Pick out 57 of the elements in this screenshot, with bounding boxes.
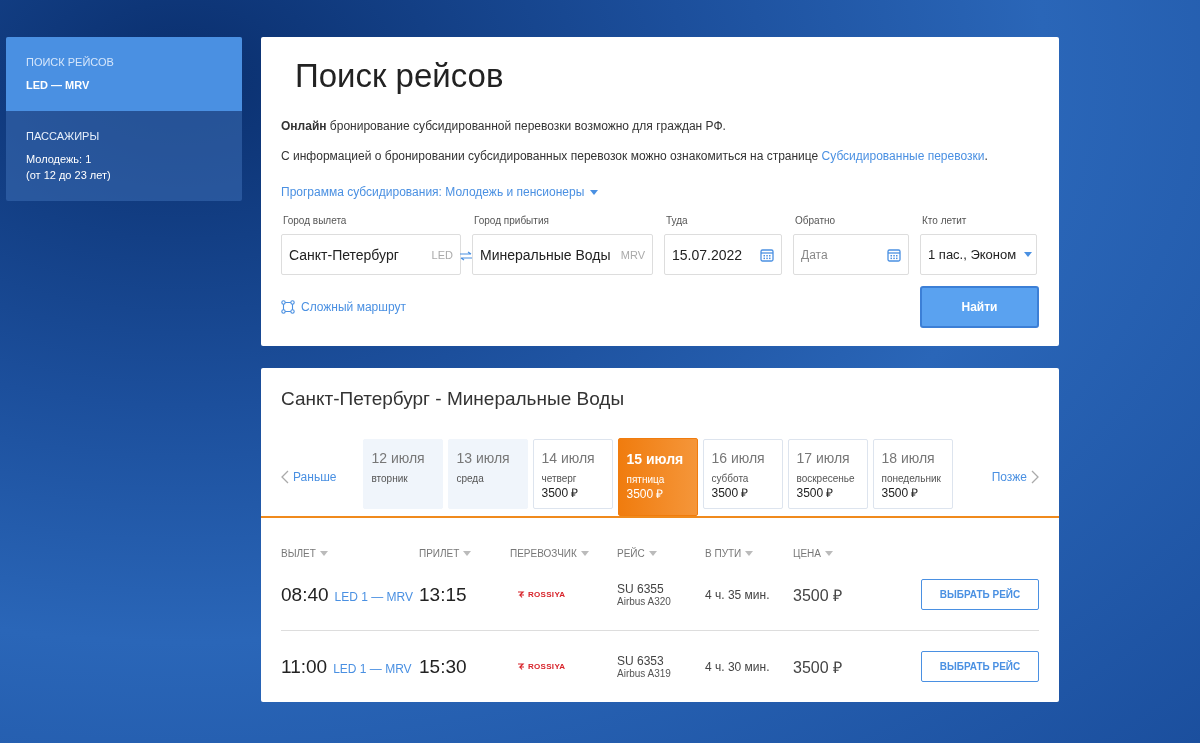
date-tab[interactable]: 14 июля четверг 3500 ₽ <box>533 439 614 509</box>
select-flight-button[interactable]: ВЫБРАТЬ РЕЙС <box>921 579 1039 610</box>
search-button[interactable]: Найти <box>920 286 1039 328</box>
flight-duration: 4 ч. 35 мин. <box>705 587 771 602</box>
arrival-time: 13:15 <box>419 583 468 606</box>
sidebar-item-title: ПОИСК РЕЙСОВ <box>26 56 115 68</box>
flight-duration: 4 ч. 30 мин. <box>705 659 771 674</box>
field-label: Туда <box>666 215 689 226</box>
date-field[interactable]: Дата <box>793 234 909 275</box>
field-label: Город прибытия <box>474 215 550 226</box>
column-header[interactable]: В ПУТИ <box>705 548 793 559</box>
route-code: LED 1 — MRV <box>333 661 412 676</box>
earlier-button[interactable]: Раньше <box>281 470 337 484</box>
date-tab[interactable]: 18 июля понедельник 3500 ₽ <box>873 439 954 509</box>
field-label: Кто летит <box>922 215 968 226</box>
date-tab[interactable]: 13 июля среда <box>448 439 529 509</box>
passengers-dropdown[interactable]: 1 пас., Эконом <box>920 234 1037 275</box>
route-title: Санкт-Петербург - Минеральные Воды <box>281 388 626 410</box>
column-header[interactable]: ВЫЛЕТ <box>281 548 419 559</box>
flight-price: 3500 ₽ <box>793 585 844 606</box>
airline-logo: ROSSIYA <box>510 590 617 599</box>
sidebar-item[interactable]: ПОИСК РЕЙСОВ LED — MRV <box>6 37 242 111</box>
departure-time: 08:40 <box>281 583 329 606</box>
airline-logo: ROSSIYA <box>510 662 617 671</box>
complex-route-link[interactable]: Сложный маршрут <box>281 300 406 314</box>
column-header[interactable]: ПЕРЕВОЗЧИК <box>510 548 617 559</box>
aircraft-type: Airbus A319 <box>617 667 672 679</box>
field-label: Обратно <box>795 215 837 226</box>
date-tab[interactable]: 12 июля вторник <box>363 439 444 509</box>
info-text: С информацией о бронировании субсидированных перевозок можно ознакомиться на странице Субсидированные перевозки. <box>281 149 989 163</box>
sidebar-item[interactable]: ПАССАЖИРЫ Молодежь: 1 (от 12 до 23 лет) <box>6 111 242 201</box>
notice-text: Онлайн бронирование субсидированной перевозки возможно для граждан РФ. <box>281 119 727 133</box>
column-header[interactable]: ПРИЛЕТ <box>419 548 510 559</box>
page-title: Поиск рейсов <box>295 57 505 95</box>
arrival-time: 15:30 <box>419 655 468 678</box>
route-code: LED 1 — MRV <box>334 589 413 604</box>
date-tab[interactable]: 15 июля пятница 3500 ₽ <box>618 438 699 516</box>
program-dropdown[interactable]: Программа субсидирования: Молодежь и пенсионеры <box>281 185 599 199</box>
date-tab[interactable]: 16 июля суббота 3500 ₽ <box>703 439 784 509</box>
column-header[interactable]: ЦЕНА <box>793 548 921 559</box>
departure-time: 11:00 <box>281 655 328 678</box>
field-label: Город вылета <box>283 215 348 226</box>
date-tab[interactable]: 17 июля воскресенье 3500 ₽ <box>788 439 869 509</box>
flight-number: SU 6355 <box>617 582 665 596</box>
flight-number: SU 6353 <box>617 654 665 668</box>
sidebar-item-text: LED — MRV <box>26 78 91 93</box>
sidebar-item-text: (от 12 до 23 лет) <box>26 168 112 183</box>
date-field[interactable]: 15.07.2022 <box>664 234 782 275</box>
sidebar-item-title: ПАССАЖИРЫ <box>26 130 101 142</box>
sidebar-item-text: Молодежь: 1 <box>26 152 93 167</box>
flight-price: 3500 ₽ <box>793 657 844 678</box>
city-field[interactable]: Минеральные Воды MRV <box>472 234 653 275</box>
later-button[interactable]: Позже <box>991 470 1039 484</box>
select-flight-button[interactable]: ВЫБРАТЬ РЕЙС <box>921 651 1039 682</box>
aircraft-type: Airbus A320 <box>617 595 672 607</box>
city-field[interactable]: Санкт-Петербург LED <box>281 234 461 275</box>
column-header[interactable]: РЕЙС <box>617 548 705 559</box>
